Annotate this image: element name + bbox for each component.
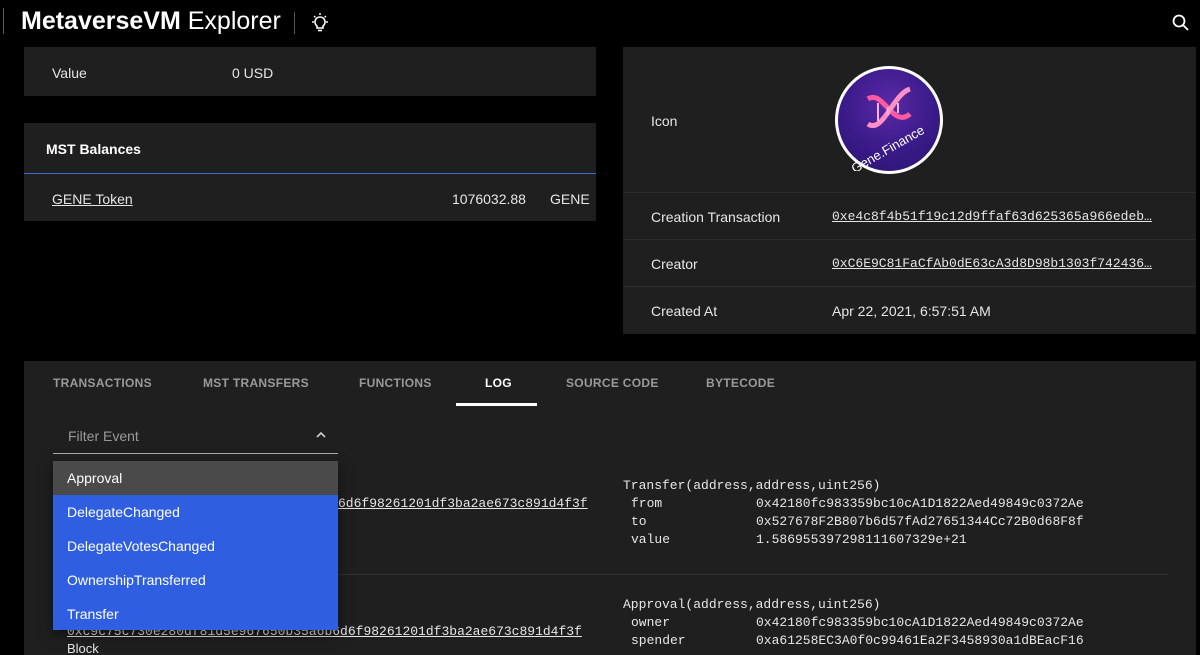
log-param-value: 0x42180fc983359bc10cA1D1822Aed49849c0372… xyxy=(756,496,1084,511)
app-title-bold: MetaverseVM xyxy=(21,7,181,35)
creation-tx-link[interactable]: 0xe4c8f4b51f19c12d9ffaf63d625365a966edeb… xyxy=(832,209,1152,224)
log-param-name: to xyxy=(631,514,647,529)
creator-label: Creator xyxy=(651,256,698,272)
search-button[interactable] xyxy=(1171,13,1191,33)
log-event-signature: Approval(address,address,uint256) xyxy=(623,597,881,612)
balances-title: MST Balances xyxy=(46,141,141,157)
balances-header-underline xyxy=(24,173,596,174)
log-param-value: 0x42180fc983359bc10cA1D1822Aed49849c0372… xyxy=(756,615,1084,630)
dropdown-option-ownershiptransferred[interactable]: OwnershipTransferred xyxy=(53,563,338,597)
app-title[interactable]: MetaverseVM Explorer xyxy=(21,7,281,36)
tab-functions[interactable]: FUNCTIONS xyxy=(359,376,432,390)
theme-toggle-button[interactable] xyxy=(309,12,331,34)
chevron-up-icon xyxy=(316,431,326,438)
info-divider xyxy=(623,239,1196,240)
log-param-name: value xyxy=(631,532,671,547)
search-icon xyxy=(1172,14,1189,31)
info-divider xyxy=(623,192,1196,193)
value-card xyxy=(24,47,596,96)
active-tab-indicator xyxy=(456,403,537,406)
value-label: Value xyxy=(52,65,87,81)
filter-event-select[interactable]: Filter Event xyxy=(53,418,338,454)
log-param-value: 1.586955397298111607329e+21 xyxy=(756,532,967,547)
created-at-label: Created At xyxy=(651,303,718,319)
dna-logo-icon: Gene.Finance xyxy=(849,86,927,171)
app-title-light: Explorer xyxy=(180,7,281,35)
log-param-value: 0xa61258EC3A0f0c99461Ea2F3458930a1dBEacF… xyxy=(756,633,1084,648)
tab-mst-transfers[interactable]: MST TRANSFERS xyxy=(203,376,309,390)
filter-event-dropdown: Approval DelegateChanged DelegateVotesCh… xyxy=(53,461,338,630)
dropdown-option-transfer[interactable]: Transfer xyxy=(53,597,338,631)
header-divider xyxy=(294,12,295,34)
log-block-label: Block xyxy=(67,641,99,655)
info-divider xyxy=(623,286,1196,287)
dropdown-option-approval[interactable]: Approval xyxy=(53,461,338,495)
value-amount: 0 USD xyxy=(232,65,274,81)
top-app-bar: MetaverseVM Explorer xyxy=(0,0,1200,47)
log-param-name: owner xyxy=(631,615,671,630)
filter-event-placeholder: Filter Event xyxy=(68,428,139,444)
created-at-value: Apr 22, 2021, 6:57:51 AM xyxy=(832,303,991,319)
log-tx-hash-link[interactable]: 6d6f98261201df3ba2ae673c891d4f3f xyxy=(338,496,588,511)
balance-token-link[interactable]: GENE Token xyxy=(52,191,133,207)
creation-tx-label: Creation Transaction xyxy=(651,209,781,225)
creator-link[interactable]: 0xC6E9C81FaCfAb0dE63cA3d8D98b1303f742436… xyxy=(832,256,1152,271)
dropdown-option-delegatevoteschanged[interactable]: DelegateVotesChanged xyxy=(53,529,338,563)
token-logo: Gene.Finance xyxy=(835,66,943,174)
balance-symbol: GENE xyxy=(550,191,590,207)
logo-text: Gene.Finance xyxy=(849,122,927,171)
log-param-name: spender xyxy=(631,633,686,648)
window-edge xyxy=(3,8,4,34)
tab-source-code[interactable]: SOURCE CODE xyxy=(566,376,659,390)
balance-amount: 1076032.88 xyxy=(452,191,526,207)
log-param-name: from xyxy=(631,496,663,511)
log-param-value: 0x527678F2B807b6d57fAd27651344Cc72B0d68F… xyxy=(756,514,1084,529)
log-event-signature: Transfer(address,address,uint256) xyxy=(623,478,881,493)
dropdown-option-delegatechanged[interactable]: DelegateChanged xyxy=(53,495,338,529)
lightbulb-icon xyxy=(312,13,328,32)
icon-label: Icon xyxy=(651,113,678,129)
tab-bytecode[interactable]: BYTECODE xyxy=(706,376,775,390)
tab-log[interactable]: LOG xyxy=(485,376,512,390)
tab-transactions[interactable]: TRANSACTIONS xyxy=(53,376,152,390)
